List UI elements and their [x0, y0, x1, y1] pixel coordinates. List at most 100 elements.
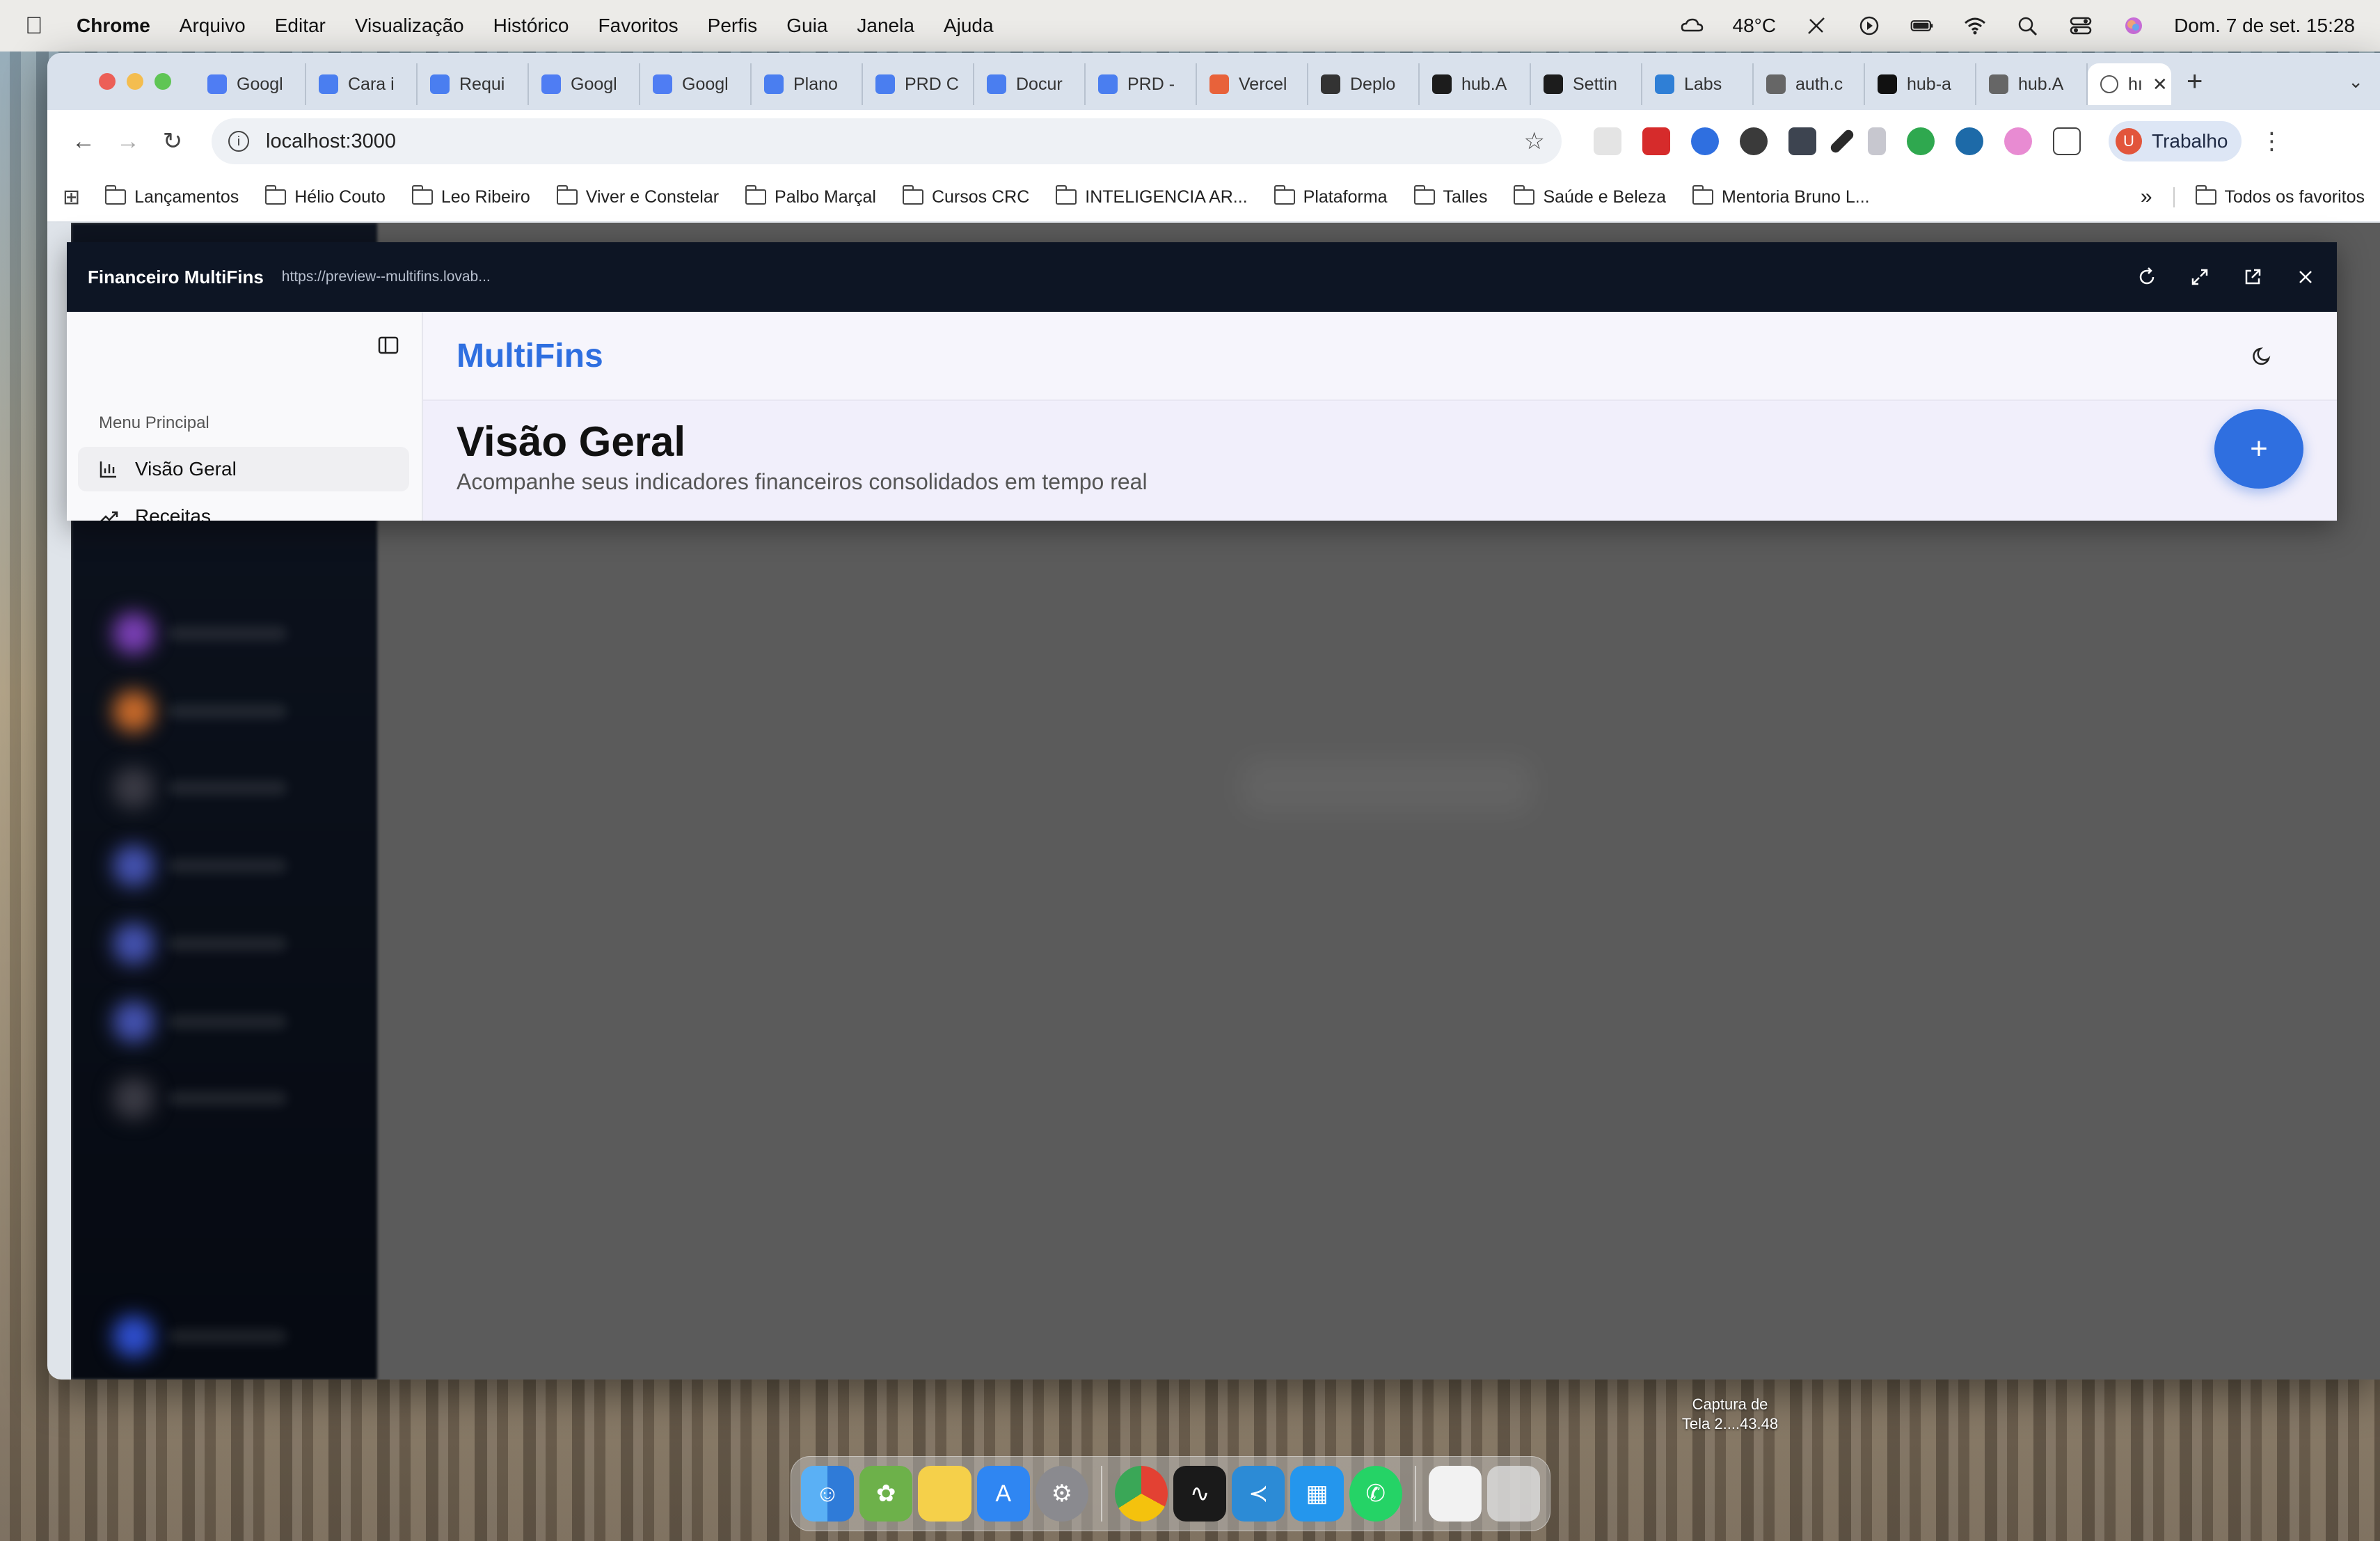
whatsapp-icon[interactable]: ✆: [1349, 1466, 1402, 1522]
menu-perfis[interactable]: Perfis: [708, 15, 758, 37]
bookmark-folder-9[interactable]: Saúde e Beleza: [1514, 185, 1666, 207]
menubar-app-name[interactable]: Chrome: [77, 15, 150, 37]
bookmark-folder-0[interactable]: Lançamentos: [105, 185, 239, 207]
site-info-icon[interactable]: i: [228, 131, 249, 152]
menu-arquivo[interactable]: Arquivo: [180, 15, 246, 37]
zoom-window-button[interactable]: [154, 73, 171, 90]
profile-button[interactable]: U Trabalho: [2109, 121, 2242, 161]
extension-k-icon[interactable]: [1740, 127, 1768, 155]
tab-9[interactable]: Vercel: [1197, 63, 1308, 105]
extension-dots-icon[interactable]: [1788, 127, 1816, 155]
apps-grid-icon[interactable]: ⊞: [63, 185, 80, 210]
tab-5[interactable]: Plano: [752, 63, 863, 105]
bookmark-folder-5[interactable]: Cursos CRC: [902, 185, 1029, 207]
bookmark-folder-2[interactable]: Leo Ribeiro: [411, 185, 530, 207]
sidebar-item-receitas[interactable]: Receitas: [78, 494, 409, 521]
tab-14[interactable]: auth.c: [1754, 63, 1865, 105]
menu-ajuda[interactable]: Ajuda: [944, 15, 994, 37]
screenshot-thumbnail-label[interactable]: Captura de Tela 2....43.48: [1667, 1395, 1793, 1434]
tab-10[interactable]: Deplo: [1308, 63, 1420, 105]
back-button[interactable]: ←: [64, 122, 103, 161]
pen-slash-icon[interactable]: [1804, 15, 1829, 36]
bookmark-folder-1[interactable]: Hélio Couto: [265, 185, 386, 207]
battery-icon[interactable]: [1910, 15, 1935, 36]
datetime-label[interactable]: Dom. 7 de set. 15:28: [2174, 15, 2355, 37]
system-settings-icon[interactable]: ⚙: [1035, 1466, 1088, 1522]
sidebar-toggle-icon[interactable]: [377, 334, 399, 356]
play-circle-icon[interactable]: [1857, 15, 1882, 36]
menu-favoritos[interactable]: Favoritos: [598, 15, 679, 37]
apple-menu-icon[interactable]: : [25, 13, 53, 40]
extensions-puzzle-icon[interactable]: [2053, 127, 2081, 155]
bookmark-folder-8[interactable]: Talles: [1413, 185, 1487, 207]
tab-1[interactable]: Cara i: [306, 63, 418, 105]
activity-monitor-icon[interactable]: ∿: [1173, 1466, 1227, 1522]
vscode-icon[interactable]: ≺: [1232, 1466, 1285, 1522]
weather-icon[interactable]: [1680, 15, 1705, 36]
open-external-icon[interactable]: [2242, 267, 2263, 287]
trash-icon[interactable]: [1486, 1466, 1541, 1522]
forward-button[interactable]: →: [109, 122, 148, 161]
finder-icon[interactable]: ☺: [801, 1466, 855, 1522]
extension-pink-icon[interactable]: [2004, 127, 2032, 155]
bookmarks-overflow-icon[interactable]: »: [2141, 185, 2152, 209]
menu-editar[interactable]: Editar: [275, 15, 326, 37]
address-url[interactable]: localhost:3000: [266, 130, 396, 153]
tab-3[interactable]: Googl: [529, 63, 640, 105]
close-icon[interactable]: [2295, 267, 2316, 287]
bookmark-folder-3[interactable]: Viver e Constelar: [556, 185, 719, 207]
tab-6[interactable]: PRD C: [863, 63, 974, 105]
tab-7[interactable]: Docur: [974, 63, 1086, 105]
close-window-button[interactable]: [99, 73, 116, 90]
menu-visualizacao[interactable]: Visualização: [355, 15, 464, 37]
tab-13[interactable]: Labs: [1642, 63, 1754, 105]
extension-youtube-icon[interactable]: [1642, 127, 1670, 155]
app-store-icon[interactable]: A: [976, 1466, 1030, 1522]
minimize-window-button[interactable]: [127, 73, 143, 90]
extension-grey-icon[interactable]: [1594, 127, 1621, 155]
tab-8[interactable]: PRD -: [1086, 63, 1197, 105]
notes-icon[interactable]: [918, 1466, 971, 1522]
app-green-icon[interactable]: ✿: [859, 1466, 913, 1522]
tab-11[interactable]: hub.A: [1420, 63, 1531, 105]
tab-16[interactable]: hub.A: [1976, 63, 2088, 105]
extension-u-icon[interactable]: [1868, 127, 1886, 155]
tab-0[interactable]: Googl: [195, 63, 306, 105]
preview-url[interactable]: https://preview--multifins.lovab...: [282, 269, 491, 285]
dark-mode-moon-icon[interactable]: [2251, 343, 2276, 368]
chrome-icon[interactable]: [1114, 1466, 1168, 1522]
tab-active[interactable]: hı ✕: [2088, 63, 2171, 105]
bookmark-all-favorites[interactable]: Todos os favoritos: [2173, 185, 2365, 207]
menu-guia[interactable]: Guia: [786, 15, 827, 37]
document-icon[interactable]: [1428, 1466, 1482, 1522]
menu-janela[interactable]: Janela: [857, 15, 914, 37]
refresh-icon[interactable]: [2136, 267, 2157, 287]
bookmark-folder-7[interactable]: Plataforma: [1274, 185, 1388, 207]
address-bar[interactable]: i localhost:3000 ☆: [212, 118, 1562, 164]
tab-search-chevron-icon[interactable]: ⌄: [2348, 71, 2363, 93]
close-tab-icon[interactable]: ✕: [2152, 74, 2168, 95]
tab-2[interactable]: Requi: [418, 63, 529, 105]
bookmark-star-icon[interactable]: ☆: [1524, 127, 1545, 155]
brand-logo[interactable]: MultiFins: [457, 337, 603, 375]
tab-12[interactable]: Settin: [1531, 63, 1642, 105]
new-tab-button[interactable]: +: [2187, 66, 2203, 97]
add-button[interactable]: +: [2214, 409, 2303, 489]
menu-historico[interactable]: Histórico: [493, 15, 569, 37]
wifi-icon[interactable]: [1962, 15, 1988, 36]
extension-blue-icon[interactable]: [1691, 127, 1719, 155]
browser-menu-icon[interactable]: ⋮: [2260, 127, 2283, 155]
extension-bolt-icon[interactable]: [1955, 127, 1983, 155]
spotlight-search-icon[interactable]: [2015, 15, 2040, 36]
bookmark-folder-10[interactable]: Mentoria Bruno L...: [1692, 185, 1870, 207]
expand-icon[interactable]: [2189, 267, 2210, 287]
tab-15[interactable]: hub-a: [1865, 63, 1976, 105]
control-center-icon[interactable]: [2068, 15, 2093, 36]
siri-icon[interactable]: [2121, 15, 2146, 36]
docker-icon[interactable]: ▦: [1290, 1466, 1344, 1522]
extension-evernote-icon[interactable]: [1907, 127, 1935, 155]
bookmark-folder-4[interactable]: Palbo Marçal: [745, 185, 876, 207]
bookmark-folder-6[interactable]: INTELIGENCIA AR...: [1056, 185, 1248, 207]
extension-eyedropper-icon[interactable]: [1828, 127, 1856, 155]
sidebar-item-visao-geral[interactable]: Visão Geral: [78, 447, 409, 491]
